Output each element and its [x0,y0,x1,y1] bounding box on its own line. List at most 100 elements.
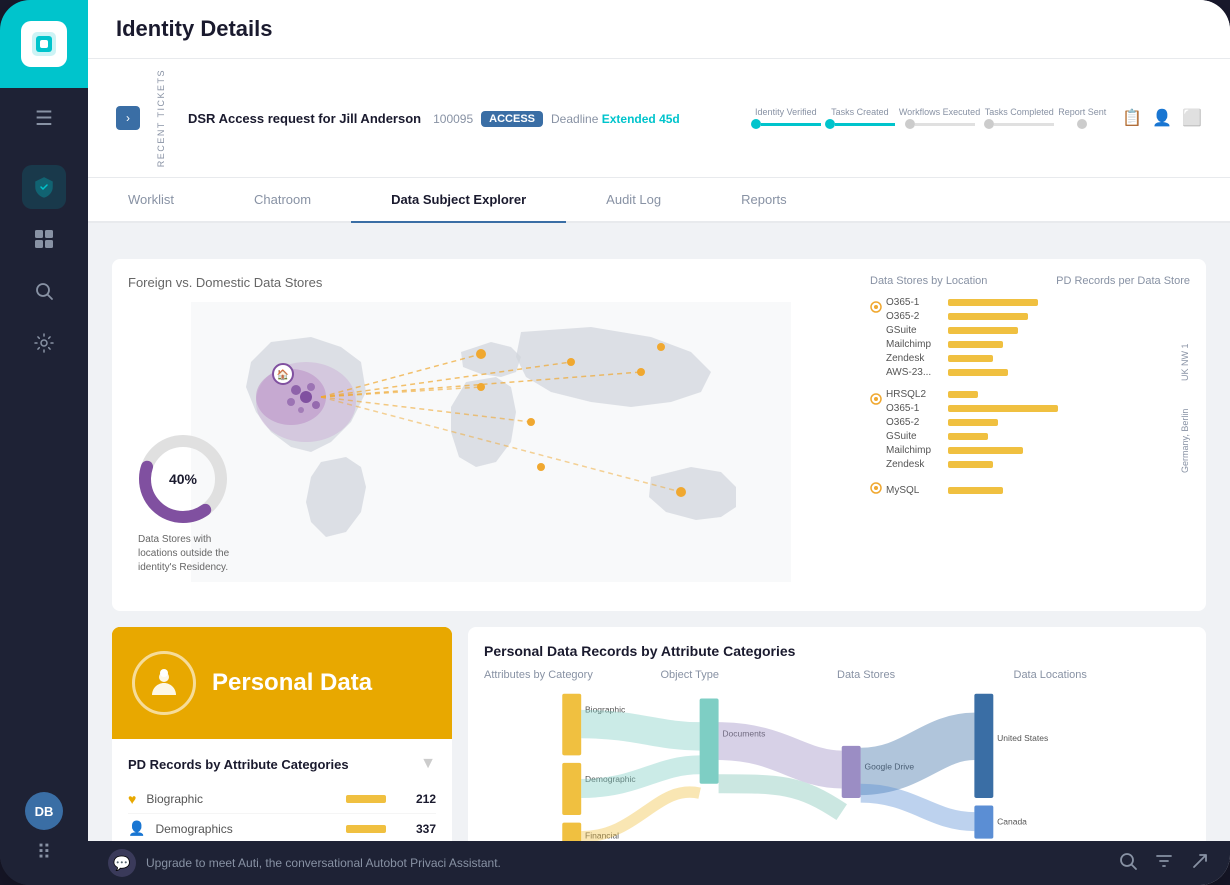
step-2: Tasks Created [825,107,895,129]
recent-tickets-label: RECENT TICKETS [156,69,166,167]
nav-settings[interactable] [22,321,66,365]
arrow-footer-icon[interactable] [1190,851,1210,876]
svg-text:🏠: 🏠 [277,369,289,381]
menu-icon[interactable]: ☰ [35,88,53,149]
deadline-text: Deadline Extended 45d [551,112,680,126]
biographic-count: 212 [400,792,436,806]
apps-icon[interactable]: ⠿ [37,840,52,865]
uk-nw1-group: O365-1 O365-2 GSuite [870,297,1190,381]
germany-berlin-label: Germany, Berlin [1180,389,1190,473]
demographics-icon: 👤 [128,820,145,837]
data-stores-by-location-label: Data Stores by Location [870,275,987,287]
connector-1 [761,123,821,126]
footer-chat-text: Upgrade to meet Auti, the conversational… [146,856,501,870]
svg-text:40%: 40% [169,471,198,487]
pd-row-demographics: 👤 Demographics 337 [128,814,436,841]
sankey-col-0: Attributes by Category [484,669,661,681]
sankey-col-2: Data Stores [837,669,1014,681]
nav-search[interactable] [22,269,66,313]
mysql-group: MySQL [870,481,1190,499]
germany-berlin-rows: HRSQL2 O365-1 O365-2 [886,389,1176,473]
ticket-title: DSR Access request for Jill Anderson [188,111,421,126]
filter-footer-icon[interactable] [1154,851,1174,876]
dot-4 [984,119,994,129]
sankey-title: Personal Data Records by Attribute Categ… [484,643,1190,659]
pd-icon-circle [132,651,196,715]
logo[interactable] [0,0,88,88]
ticket-toggle[interactable]: › [116,106,140,130]
content-area: 65 PD Records 01 Residencies [88,223,1230,841]
tabs-bar: Worklist Chatroom Data Subject Explorer … [88,178,1230,223]
pd-dropdown-icon[interactable]: ▼ [420,755,436,773]
ticket-icon-1[interactable]: 📋 [1122,108,1142,128]
map-title: Foreign vs. Domestic Data Stores [128,275,854,290]
footer-icons [1118,851,1210,876]
nav-grid[interactable] [22,217,66,261]
pd-title: Personal Data [212,669,372,697]
sidebar-bottom: DB ⠿ [25,792,63,885]
donut-chart: 40% Data Stores with locations outside t… [138,434,248,575]
top-header: Identity Details [88,0,1230,59]
tab-data-subject-explorer[interactable]: Data Subject Explorer [351,178,566,223]
ticket-info: DSR Access request for Jill Anderson 100… [188,109,735,127]
biographic-bar [346,795,386,803]
demographics-count: 337 [400,822,436,836]
ticket-bar: › RECENT TICKETS DSR Access request for … [88,59,1230,178]
ticket-icon-2[interactable]: 👤 [1152,108,1172,128]
sankey-headers: Attributes by Category Object Type Data … [484,669,1190,681]
donut-label: Data Stores with locations outside the i… [138,533,248,575]
biographic-icon: ♥ [128,791,136,807]
nav-shield[interactable] [22,165,66,209]
step-1: Identity Verified [751,107,821,129]
step-4: Tasks Completed [984,107,1054,129]
chart-sidebar: Data Stores by Location PD Records per D… [870,275,1190,595]
ticket-id: 100095 [433,112,473,126]
logo-box [21,21,67,67]
germany-berlin-group: HRSQL2 O365-1 O365-2 [870,389,1190,473]
pd-header: Personal Data [112,627,452,739]
demographics-bar [346,825,386,833]
connector-3 [915,123,975,126]
chart-header: Data Stores by Location PD Records per D… [870,275,1190,287]
sankey-col-3: Data Locations [1014,669,1191,681]
ticket-icon-3[interactable]: ⬜ [1182,108,1202,128]
uk-nw1-rows: O365-1 O365-2 GSuite [886,297,1176,381]
search-footer-icon[interactable] [1118,851,1138,876]
pd-section-title: PD Records by Attribute Categories ▼ [128,755,436,773]
map-section: Foreign vs. Domestic Data Stores [112,259,1206,611]
dot-1 [751,119,761,129]
demographics-label: Demographics [155,822,336,836]
dot-2 [825,119,835,129]
dot-5 [1077,119,1087,129]
svg-text:United States: United States [997,733,1048,743]
sankey-diagram: Biographic Demographic Financial [484,689,1190,841]
step-3: Workflows Executed [899,107,980,129]
step-5: Report Sent [1058,107,1106,129]
pd-row-biographic: ♥ Biographic 212 [128,785,436,814]
tab-chatroom[interactable]: Chatroom [214,178,351,223]
tab-audit-log[interactable]: Audit Log [566,178,701,223]
map-container: Foreign vs. Domestic Data Stores [128,275,854,595]
tab-worklist[interactable]: Worklist [88,178,214,223]
pd-body: PD Records by Attribute Categories ▼ ♥ B… [112,739,452,841]
uk-nw1-label: UK NW 1 [1180,297,1190,381]
footer-chat: 💬 Upgrade to meet Auti, the conversation… [108,849,501,877]
dot-3 [905,119,915,129]
sankey-col-1: Object Type [661,669,838,681]
connector-4 [994,123,1054,126]
page-title: Identity Details [116,16,1202,42]
ticket-action-icons: 📋 👤 ⬜ [1122,108,1202,128]
progress-steps: Identity Verified Tasks Created Workflow… [751,107,1106,129]
sankey-card: Personal Data Records by Attribute Categ… [468,627,1206,841]
pd-records-per-store-label: PD Records per Data Store [1056,275,1190,287]
tab-reports[interactable]: Reports [701,178,827,223]
access-badge: ACCESS [481,111,543,127]
sidebar: ☰ [0,0,88,885]
personal-data-card: Personal Data PD Records by Attribute Ca… [112,627,452,841]
svg-text:Canada: Canada [997,817,1027,827]
chat-bubble-icon[interactable]: 💬 [108,849,136,877]
extended-status: Extended 45d [602,112,680,126]
biographic-label: Biographic [146,792,336,806]
user-avatar[interactable]: DB [25,792,63,830]
sidebar-nav [22,149,66,792]
